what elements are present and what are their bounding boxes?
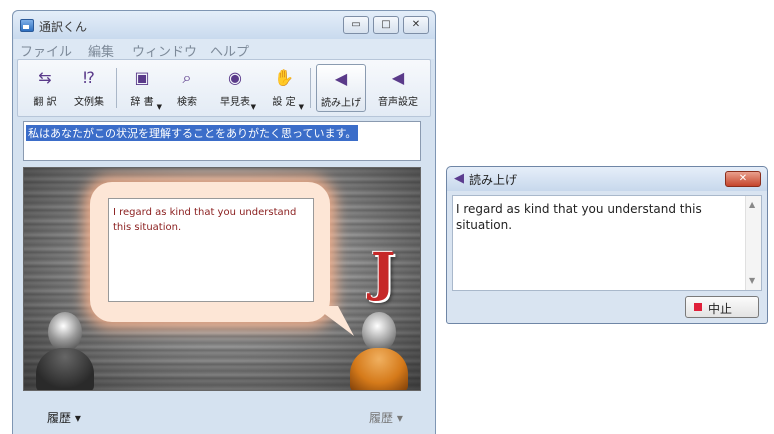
scroll-up-icon[interactable]: ▲ xyxy=(749,200,755,209)
selected-source-text: 私はあなたがこの状況を理解することをありがたく思っています。 xyxy=(26,125,359,141)
phrasebook-button[interactable]: ⁉ 文例集 xyxy=(68,64,110,112)
read-aloud-title-bar[interactable]: ◀ 読み上げ ✕ xyxy=(447,167,767,191)
read-aloud-text-area[interactable]: I regard as kind that you understand thi… xyxy=(452,195,762,291)
chevron-down-icon[interactable]: ▼ xyxy=(299,103,304,111)
translation-scene: I regard as kind that you understand thi… xyxy=(23,167,421,391)
speaker-avatar-right xyxy=(348,312,410,390)
translate-icon: ⇆ xyxy=(38,68,52,87)
menu-edit[interactable]: 編集 xyxy=(88,41,114,60)
toolbar-separator xyxy=(310,68,311,108)
read-aloud-window: ◀ 読み上げ ✕ I regard as kind that you under… xyxy=(446,166,768,324)
search-label: 検索 xyxy=(177,97,197,108)
maximize-button[interactable]: □ xyxy=(373,16,399,34)
stop-icon xyxy=(694,303,702,311)
menu-file[interactable]: ファイル xyxy=(20,41,72,60)
quick-reference-button[interactable]: ◉ 早見表 ▼ xyxy=(214,64,256,112)
close-button[interactable]: ✕ xyxy=(403,16,429,34)
window-title: 通訳くん xyxy=(39,20,88,34)
menu-help[interactable]: ヘルプ xyxy=(210,41,249,60)
quick-reference-icon: ◉ xyxy=(228,68,242,87)
read-aloud-button[interactable]: ◀ 読み上げ xyxy=(316,64,366,112)
history-button-left[interactable]: 履歴 ▾ xyxy=(47,409,81,426)
speaker-avatar-left xyxy=(34,312,96,390)
stop-button[interactable]: 中止 xyxy=(685,296,759,318)
read-aloud-label: 読み上げ xyxy=(321,98,361,109)
scroll-down-icon[interactable]: ▼ xyxy=(749,276,755,285)
app-icon xyxy=(20,19,34,32)
settings-button[interactable]: ✋ 設 定 ▼ xyxy=(264,64,304,112)
translation-text: I regard as kind that you understand thi… xyxy=(113,207,297,233)
speaker-icon: ◀ xyxy=(454,171,464,186)
toolbar-separator xyxy=(116,68,117,108)
menu-window[interactable]: ウィンドウ xyxy=(132,41,197,60)
menu-bar: ファイル 編集 ウィンドウ ヘルプ xyxy=(14,39,434,60)
translate-label: 翻 訳 xyxy=(33,97,57,108)
phrasebook-label: 文例集 xyxy=(74,97,104,108)
voice-settings-icon: ◀ xyxy=(391,68,405,87)
phrasebook-icon: ⁉ xyxy=(83,68,95,87)
speaker-icon: ◀ xyxy=(334,69,348,88)
read-aloud-close-button[interactable]: ✕ xyxy=(725,171,761,187)
source-text-input[interactable]: 私はあなたがこの状況を理解することをありがたく思っています。 xyxy=(23,121,421,161)
minimize-button[interactable]: ▭ xyxy=(343,16,369,34)
read-aloud-title: 読み上げ xyxy=(469,173,518,187)
search-button[interactable]: ⌕ 検索 xyxy=(170,64,204,112)
chevron-down-icon[interactable]: ▼ xyxy=(157,103,162,111)
title-bar[interactable]: 通訳くん ▭ □ ✕ xyxy=(13,11,435,39)
read-aloud-text: I regard as kind that you understand thi… xyxy=(456,202,702,232)
voice-settings-label: 音声設定 xyxy=(378,97,418,108)
dictionary-icon: ▣ xyxy=(134,68,150,87)
vertical-scrollbar[interactable]: ▲ ▼ xyxy=(745,196,761,290)
voice-settings-button[interactable]: ◀ 音声設定 xyxy=(370,64,426,112)
search-icon: ⌕ xyxy=(182,68,192,87)
translate-button[interactable]: ⇆ 翻 訳 xyxy=(26,64,64,112)
main-window: 通訳くん ▭ □ ✕ ファイル 編集 ウィンドウ ヘルプ ⇆ 翻 訳 ⁉ 文例集… xyxy=(12,10,436,434)
stop-label: 中止 xyxy=(708,302,733,316)
chevron-down-icon[interactable]: ▼ xyxy=(251,103,256,111)
history-button-right[interactable]: 履歴 ▾ xyxy=(369,409,403,426)
j-logo: J xyxy=(370,242,396,303)
settings-icon: ✋ xyxy=(274,68,294,87)
toolbar: ⇆ 翻 訳 ⁉ 文例集 ▣ 辞 書 ▼ ⌕ 検索 ◉ 早見表 ▼ ✋ 設 定 ▼ xyxy=(17,59,431,117)
dictionary-button[interactable]: ▣ 辞 書 ▼ xyxy=(122,64,162,112)
translation-output[interactable]: I regard as kind that you understand thi… xyxy=(108,198,314,302)
